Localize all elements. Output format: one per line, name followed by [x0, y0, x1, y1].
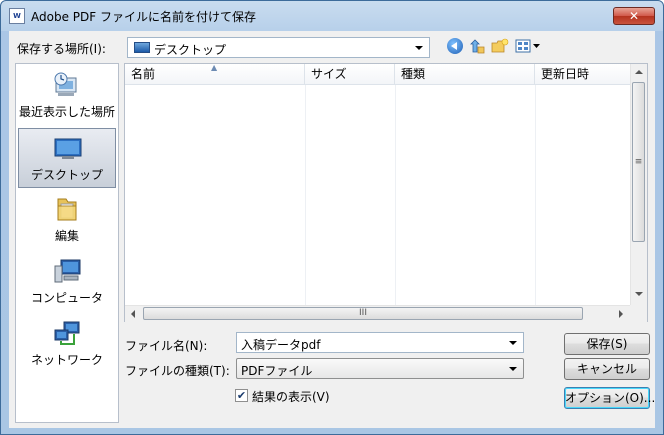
chevron-down-icon[interactable] — [509, 341, 517, 345]
scrollbar-corner — [630, 305, 647, 322]
filetype-value: PDFファイル — [241, 364, 313, 378]
chevron-down-icon[interactable] — [415, 46, 423, 50]
place-label: コンピュータ — [30, 291, 103, 305]
horizontal-scrollbar[interactable]: III — [125, 305, 631, 322]
filetype-label: ファイルの種類(T): — [125, 364, 230, 378]
column-header-label: 種類 — [401, 67, 426, 81]
save-button[interactable]: 保存(S) — [564, 333, 650, 355]
scroll-left-icon[interactable] — [131, 310, 135, 318]
show-results-checkbox[interactable]: ✔ — [235, 389, 248, 402]
column-header-label: サイズ — [311, 67, 347, 81]
column-header-modified[interactable]: 更新日時 — [535, 64, 631, 85]
scroll-down-icon[interactable] — [635, 292, 643, 296]
column-divider — [305, 85, 306, 305]
recent-places-icon — [54, 72, 77, 96]
file-list-view[interactable]: 名前 ▲ サイズ 種類 更新日時 ≡ III — [124, 63, 648, 322]
title-bar[interactable]: W Adobe PDF ファイルに名前を付けて保存 ✕ — [1, 1, 663, 31]
computer-icon — [54, 259, 81, 283]
location-dropdown[interactable]: デスクトップ — [127, 37, 430, 58]
folder-icon — [57, 198, 77, 221]
scroll-right-icon[interactable] — [619, 310, 623, 318]
cancel-button[interactable]: キャンセル — [564, 358, 650, 380]
scroll-up-icon[interactable] — [635, 70, 643, 74]
filename-value: 入稿データpdf — [241, 338, 321, 352]
place-label: デスクトップ — [30, 168, 103, 182]
view-menu-icon[interactable] — [515, 38, 541, 54]
column-header-size[interactable]: サイズ — [305, 64, 395, 85]
filename-label: ファイル名(N): — [125, 339, 208, 353]
network-icon — [54, 321, 80, 345]
column-header-label: 名前 — [131, 67, 156, 81]
vertical-scroll-thumb[interactable]: ≡ — [632, 82, 645, 242]
dialog-client-area: 保存する場所(I): デスクトップ 最近表示した場所 デスクトップ 編集 コンピ… — [9, 31, 655, 428]
place-label: ネットワーク — [30, 353, 103, 367]
place-edit-folder[interactable]: 編集 — [18, 190, 116, 250]
back-icon[interactable] — [447, 38, 463, 54]
filetype-select[interactable]: PDFファイル — [236, 358, 524, 379]
save-dialog-window: W Adobe PDF ファイルに名前を付けて保存 ✕ 保存する場所(I): デ… — [0, 0, 664, 435]
column-divider — [535, 85, 536, 305]
window-title: Adobe PDF ファイルに名前を付けて保存 — [31, 10, 256, 24]
word-app-icon: W — [9, 8, 25, 24]
filename-input[interactable]: 入稿データpdf — [236, 332, 524, 353]
vertical-scrollbar[interactable]: ≡ — [630, 64, 647, 305]
place-computer[interactable]: コンピュータ — [18, 252, 116, 312]
chevron-down-icon[interactable] — [509, 367, 517, 371]
show-results-label[interactable]: 結果の表示(V) — [252, 388, 330, 405]
desktop-icon — [54, 138, 82, 159]
places-bar: 最近表示した場所 デスクトップ 編集 コンピュータ ネットワーク — [15, 63, 119, 423]
new-folder-icon[interactable] — [491, 38, 509, 54]
close-button[interactable]: ✕ — [613, 7, 655, 25]
sort-ascending-icon: ▲ — [211, 63, 218, 72]
horizontal-scroll-thumb[interactable]: III — [143, 307, 583, 320]
location-value: デスクトップ — [154, 43, 227, 57]
desktop-small-icon — [134, 42, 150, 53]
column-header-type[interactable]: 種類 — [395, 64, 535, 85]
place-network[interactable]: ネットワーク — [18, 314, 116, 374]
column-header-label: 更新日時 — [541, 67, 590, 81]
location-label: 保存する場所(I): — [17, 42, 106, 56]
options-button[interactable]: オプション(O)... — [564, 387, 655, 409]
place-label: 最近表示した場所 — [18, 105, 115, 119]
place-desktop[interactable]: デスクトップ — [18, 128, 116, 188]
place-label: 編集 — [54, 229, 79, 243]
place-recent[interactable]: 最近表示した場所 — [18, 66, 116, 126]
up-folder-icon[interactable] — [469, 38, 485, 54]
column-header-name[interactable]: 名前 ▲ — [125, 63, 305, 85]
column-divider — [395, 85, 396, 305]
